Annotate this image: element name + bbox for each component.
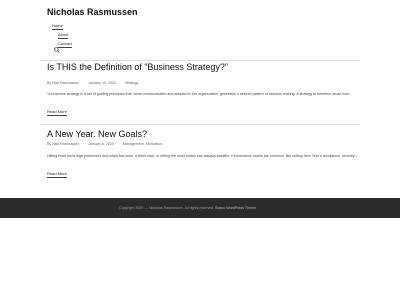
nav-item-home[interactable]: Home: [52, 24, 63, 30]
header-divider: [40, 60, 360, 61]
post-date[interactable]: January 6, 2020: [88, 142, 114, 146]
site-footer: Copyright 2020 — Nicholas Rasmussen. All…: [0, 198, 400, 218]
footer-theme-link[interactable]: Bosco WordPress Theme: [215, 206, 256, 210]
footer-copyright: Copyright 2020 — Nicholas Rasmussen. All…: [119, 206, 215, 210]
footer-text: Copyright 2020 — Nicholas Rasmussen. All…: [119, 206, 256, 210]
post-title[interactable]: A New Year. New Goals?: [47, 129, 147, 139]
read-more-link[interactable]: Read More: [47, 110, 67, 116]
nav-item-contact[interactable]: Contact: [58, 42, 72, 48]
post-meta: By Nick Rasmussen January 10, 2020 Strat…: [47, 81, 146, 85]
page: Nicholas Rasmussen Home About Contact Is…: [0, 0, 400, 300]
nav-item-about[interactable]: About: [58, 33, 69, 39]
post-meta: By Nick Rasmussen January 6, 2020 Manage…: [47, 142, 170, 146]
post-date[interactable]: January 10, 2020: [88, 81, 116, 85]
post-author[interactable]: By Nick Rasmussen: [47, 142, 79, 146]
site-title[interactable]: Nicholas Rasmussen: [47, 7, 138, 17]
post-author[interactable]: By Nick Rasmussen: [47, 81, 79, 85]
post-category[interactable]: Strategy: [125, 81, 138, 85]
post-excerpt: Hitting reset hurts high performers and …: [47, 154, 359, 158]
search-icon[interactable]: [54, 47, 60, 53]
post-category[interactable]: Management, Motivation: [123, 142, 162, 146]
post-divider: [40, 124, 360, 125]
post-title[interactable]: Is THIS the Definition of “Business Stra…: [47, 62, 228, 72]
read-more-link[interactable]: Read More: [47, 172, 67, 178]
post-excerpt: “A business strategy is a set of guiding…: [47, 92, 353, 96]
